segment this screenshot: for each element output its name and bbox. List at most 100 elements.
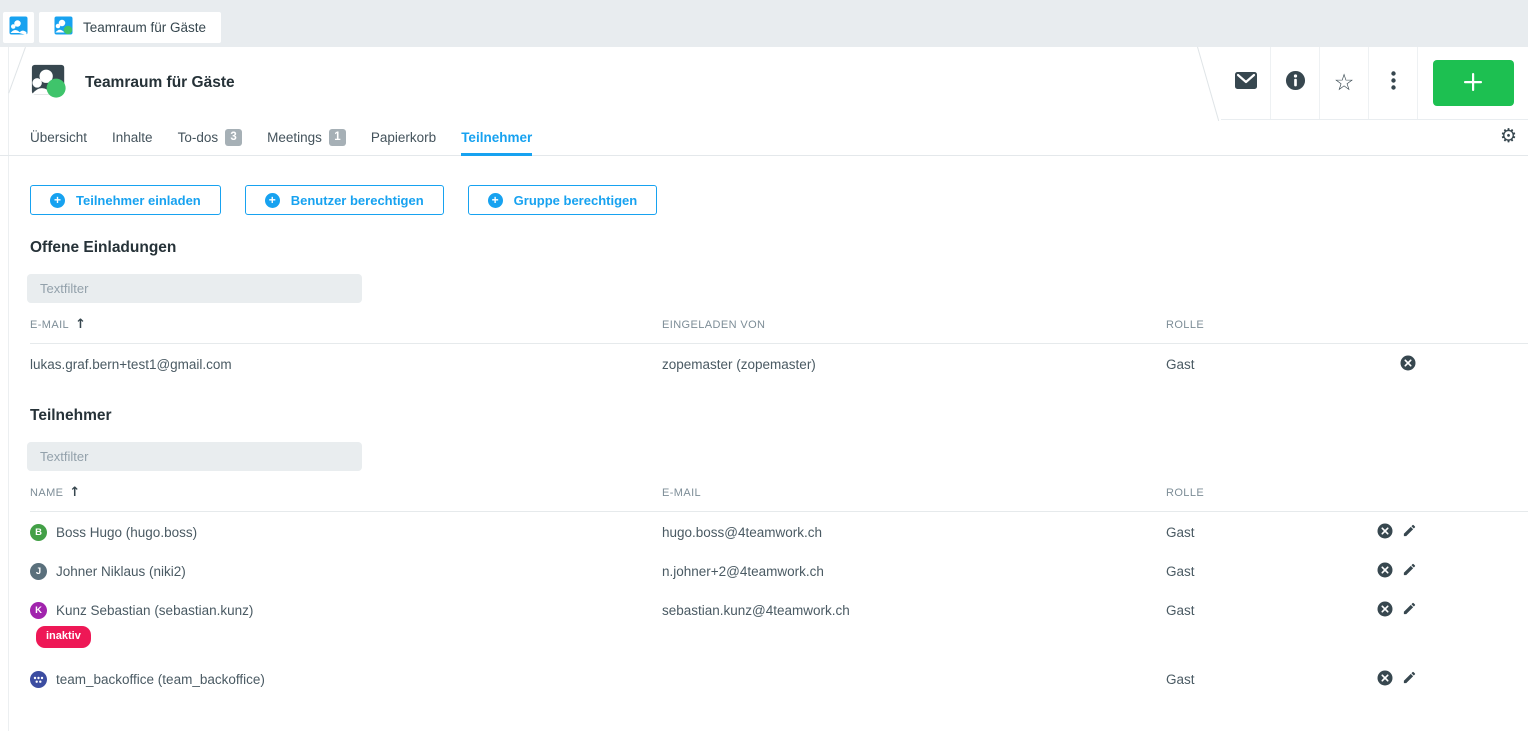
column-header-email[interactable]: E-MAIL <box>662 485 1166 500</box>
participant-row: K Kunz Sebastian (sebastian.kunz) inakti… <box>30 590 1528 659</box>
tab-label: Inhalte <box>112 130 153 145</box>
participant-role: Gast <box>1166 522 1356 541</box>
sort-ascending-icon: ↑ <box>75 317 86 332</box>
meetings-count-badge: 1 <box>329 129 346 146</box>
workspace-header: Teamraum für Gäste <box>0 47 1528 119</box>
tab-label: Teilnehmer <box>461 130 532 145</box>
workspace-logo <box>30 62 68 105</box>
app-home-tab[interactable] <box>3 12 34 43</box>
tab-meetings[interactable]: Meetings 1 <box>267 119 346 156</box>
participant-name: Johner Niklaus (niki2) <box>56 563 186 580</box>
tab-label: Meetings <box>267 130 322 145</box>
settings-gear-icon[interactable]: ⚙ <box>1500 127 1517 146</box>
participant-row: J Johner Niklaus (niki2) n.johner+2@4tea… <box>30 551 1528 590</box>
participants-table-header: NAME ↑ E-MAIL ROLLE <box>30 471 1528 512</box>
plus-icon <box>1462 71 1484 96</box>
main-panel: Teamraum für Gäste <box>0 47 1528 731</box>
column-header-email[interactable]: E-MAIL ↑ <box>30 317 662 332</box>
participant-actions <box>1356 522 1528 539</box>
invitation-email: lukas.graf.bern+test1@gmail.com <box>30 354 662 373</box>
invitations-table-header: E-MAIL ↑ EINGELADEN VON ROLLE <box>30 303 1528 344</box>
participants-filter-input[interactable] <box>27 442 362 471</box>
invitation-row: lukas.graf.bern+test1@gmail.com zopemast… <box>30 344 1528 383</box>
participant-email: n.johner+2@4teamwork.ch <box>662 561 1166 580</box>
action-buttons-row: + Teilnehmer einladen + Benutzer berecht… <box>30 185 1528 215</box>
edit-participant-button[interactable] <box>1402 670 1417 686</box>
column-header-role[interactable]: ROLLE <box>1166 317 1356 332</box>
participants-page: + Teilnehmer einladen + Benutzer berecht… <box>0 185 1528 731</box>
star-icon: ☆ <box>1334 72 1355 95</box>
participants-table: NAME ↑ E-MAIL ROLLE B Boss Hugo (hugo.bo… <box>30 471 1528 698</box>
invitations-heading: Offene Einladungen <box>30 239 1528 257</box>
mail-icon <box>1234 71 1258 95</box>
button-label: Teilnehmer einladen <box>76 193 201 208</box>
tab-teilnehmer[interactable]: Teilnehmer <box>461 119 532 156</box>
column-header-invited-by[interactable]: EINGELADEN VON <box>662 317 1166 332</box>
remove-participant-button[interactable] <box>1377 670 1393 686</box>
edit-participant-button[interactable] <box>1402 601 1417 617</box>
group-icon <box>33 676 44 684</box>
remove-invitation-button[interactable] <box>1400 355 1416 371</box>
add-content-button[interactable] <box>1433 60 1514 106</box>
edit-participant-button[interactable] <box>1402 523 1417 539</box>
authorize-group-button[interactable]: + Gruppe berechtigen <box>468 185 658 215</box>
column-header-name[interactable]: NAME ↑ <box>30 485 662 500</box>
tab-inhalte[interactable]: Inhalte <box>112 119 153 156</box>
plus-circle-icon: + <box>265 193 280 208</box>
participant-name: team_backoffice (team_backoffice) <box>56 671 265 688</box>
column-header-role[interactable]: ROLLE <box>1166 485 1356 500</box>
participant-actions <box>1356 669 1528 686</box>
inactive-status-badge: inaktiv <box>36 626 91 648</box>
more-actions-button[interactable] <box>1368 47 1417 119</box>
invitation-actions <box>1356 354 1528 371</box>
invite-participant-button[interactable]: + Teilnehmer einladen <box>30 185 221 215</box>
mail-button[interactable] <box>1221 47 1270 119</box>
header-toolbar: ☆ <box>1221 47 1528 120</box>
avatar: B <box>30 524 47 541</box>
authorize-user-button[interactable]: + Benutzer berechtigen <box>245 185 444 215</box>
tab-uebersicht[interactable]: Übersicht <box>30 119 87 156</box>
section-nav: Übersicht Inhalte To-dos 3 Meetings 1 Pa… <box>0 119 1528 156</box>
sort-ascending-icon: ↑ <box>69 485 80 500</box>
remove-participant-button[interactable] <box>1377 562 1393 578</box>
bottom-whitespace <box>30 698 1528 731</box>
add-content-cell <box>1417 47 1528 119</box>
group-avatar <box>30 671 47 688</box>
info-button[interactable] <box>1270 47 1319 119</box>
info-icon <box>1285 70 1306 96</box>
remove-participant-button[interactable] <box>1377 601 1393 617</box>
participant-role: Gast <box>1166 600 1356 619</box>
participant-email: hugo.boss@4teamwork.ch <box>662 522 1166 541</box>
invitations-table: E-MAIL ↑ EINGELADEN VON ROLLE lukas.graf… <box>30 303 1528 383</box>
todos-count-badge: 3 <box>225 129 242 146</box>
column-header-actions <box>1356 317 1528 332</box>
edit-participant-button[interactable] <box>1402 562 1417 578</box>
participant-role: Gast <box>1166 561 1356 580</box>
participant-role: Gast <box>1166 669 1356 688</box>
participant-name: Boss Hugo (hugo.boss) <box>56 524 197 541</box>
invitation-role: Gast <box>1166 354 1356 373</box>
participant-row: team_backoffice (team_backoffice) Gast <box>30 659 1528 698</box>
page-tab-title: Teamraum für Gäste <box>83 20 206 35</box>
tab-label: Papierkorb <box>371 130 436 145</box>
window-tab-bar: Teamraum für Gäste <box>0 0 1528 47</box>
participants-heading: Teilnehmer <box>30 407 1528 425</box>
plus-circle-icon: + <box>50 193 65 208</box>
teamraum-logo-status-icon <box>54 16 73 40</box>
teamraum-logo-icon <box>9 16 28 40</box>
avatar: K <box>30 602 47 619</box>
page-tab[interactable]: Teamraum für Gäste <box>39 12 221 43</box>
button-label: Gruppe berechtigen <box>514 193 638 208</box>
tab-todos[interactable]: To-dos 3 <box>178 119 243 156</box>
invitations-filter-input[interactable] <box>27 274 362 303</box>
participant-row: B Boss Hugo (hugo.boss) hugo.boss@4teamw… <box>30 512 1528 551</box>
button-label: Benutzer berechtigen <box>291 193 424 208</box>
tab-papierkorb[interactable]: Papierkorb <box>371 119 436 156</box>
remove-participant-button[interactable] <box>1377 523 1393 539</box>
tab-label: Übersicht <box>30 130 87 145</box>
favorite-button[interactable]: ☆ <box>1319 47 1368 119</box>
participant-name: Kunz Sebastian (sebastian.kunz) <box>56 602 253 619</box>
participant-actions <box>1356 600 1528 617</box>
page-title: Teamraum für Gäste <box>85 74 235 92</box>
participant-email <box>662 669 1166 671</box>
